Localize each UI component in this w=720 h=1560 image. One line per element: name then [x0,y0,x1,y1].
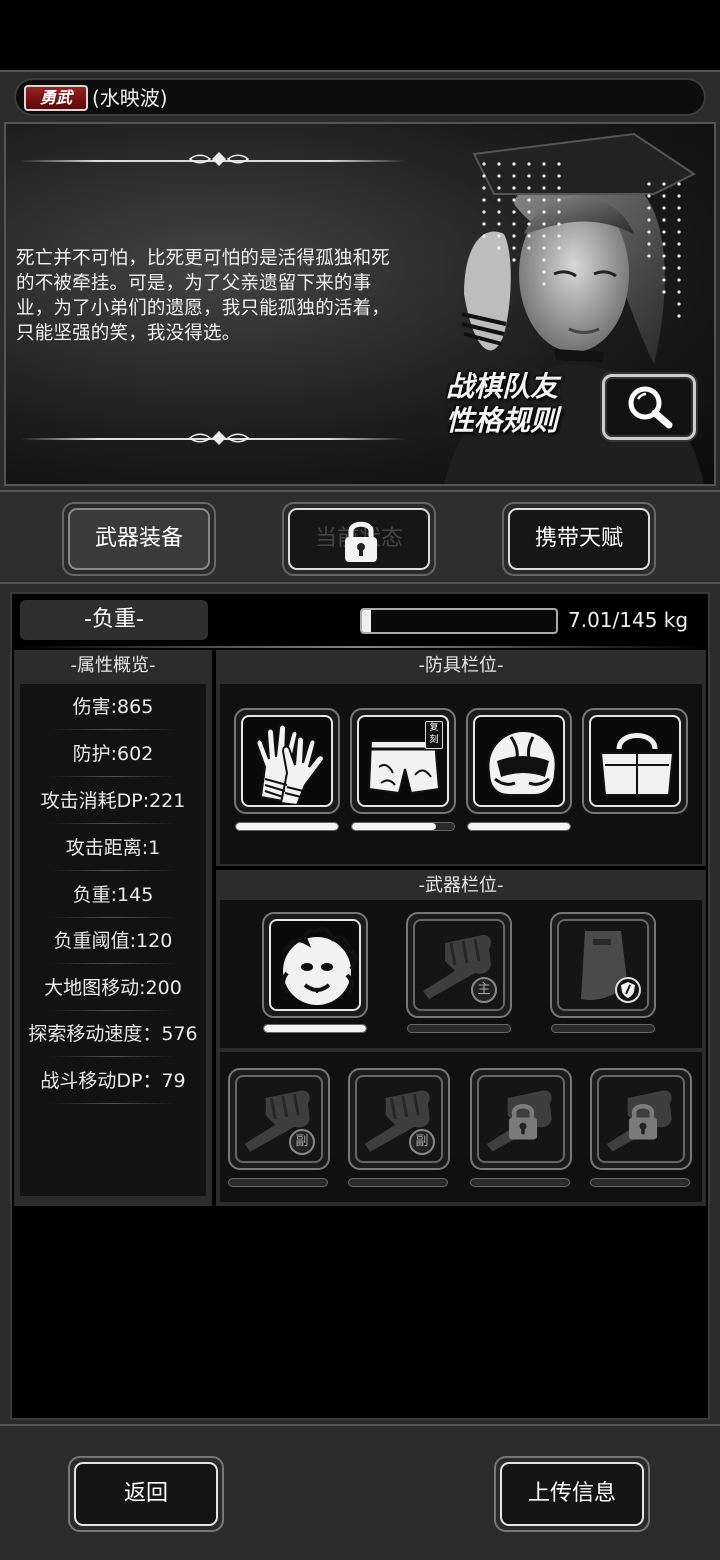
lock-icon [628,1104,658,1140]
character-name-bar: 勇武 (水映波) [14,78,706,116]
attr-load: 负重:145 [20,882,206,918]
off-hand-tag: 副 [409,1129,435,1155]
armor-slot-inner: 复刻 [357,715,449,807]
equipment-panel: -负重- 7.01/145 kg -属性概览- 伤害:865 防护:602 攻击… [10,592,710,1420]
rank-badge: 勇武 [24,85,88,111]
attr-attack-range: 攻击距离:1 [20,835,206,871]
durability-bar [228,1178,328,1187]
durability-bar [263,1024,367,1033]
armor-slot-area: 复刻 [220,684,702,864]
weapon-slot-sub-1[interactable]: 副 [228,1068,330,1170]
shield-badge-icon [615,977,641,1003]
durability-bar [590,1178,690,1187]
weapon-slot-inner [557,919,649,1011]
lock-icon [345,521,377,562]
main-weapon-slot-area: 主 [220,900,702,1048]
weight-progress-fill [362,610,372,632]
tab-row: 武器装备 当前状态 携带天赋 [0,490,720,584]
attribute-list: 伤害:865 防护:602 攻击消耗DP:221 攻击距离:1 负重:145 负… [20,684,206,1196]
weight-value: 7.01/145 kg [568,608,689,632]
durability-bar [407,1024,511,1033]
durability-bar [551,1024,655,1033]
durability-fill [264,1025,366,1032]
attr-damage: 伤害:865 [20,694,206,730]
attr-explore-speed: 探索移动速度：576 [20,1021,206,1057]
back-button-label: 返回 [74,1462,218,1526]
attr-map-move: 大地图移动:200 [20,975,206,1011]
bottom-action-bar: 返回 上传信息 [0,1424,720,1560]
attr-combat-move-dp: 战斗移动DP：79 [20,1068,206,1104]
weapon-slot-inner: 主 [413,919,505,1011]
bag-icon [599,733,675,796]
character-name: (水映波) [92,86,168,110]
durability-bar [351,822,455,831]
attr-attack-dp-cost: 攻击消耗DP:221 [20,788,206,824]
tab-locked[interactable]: 当前状态 [282,502,436,576]
durability-bar [470,1178,570,1187]
attribute-overview: -属性概览- 伤害:865 防护:602 攻击消耗DP:221 攻击距离:1 负… [14,650,212,1206]
armor-slot-inner [473,715,565,807]
reprint-badge: 复刻 [425,721,443,749]
weapon-slot-shield[interactable] [550,912,656,1018]
weapon-slot-inner [477,1075,565,1163]
gloves-icon [255,723,325,805]
weapon-slots-title: -武器栏位- [418,875,504,896]
magnify-button[interactable] [602,374,696,440]
rules-label-line1: 战棋队友 [446,370,559,403]
tab-carried-talents-label: 携带天赋 [508,508,650,570]
medusa-weapon-icon [271,921,359,1009]
attribute-overview-title: -属性概览- [70,655,156,676]
tab-weapon-equipment-label: 武器装备 [68,508,210,570]
upload-info-button[interactable]: 上传信息 [494,1456,650,1532]
weapon-slot-sub-3-locked[interactable] [470,1068,572,1170]
attr-load-threshold: 负重阈值:120 [20,928,206,964]
durability-fill [468,823,570,830]
armor-slot-gloves[interactable] [234,708,340,814]
weight-label: -负重- [20,600,208,640]
rules-label-line2: 性格规则 [446,404,559,437]
divider [18,646,706,648]
attr-defense: 防护:602 [20,741,206,777]
durability-fill [236,823,338,830]
back-button[interactable]: 返回 [68,1456,224,1532]
tab-weapon-equipment[interactable]: 武器装备 [62,502,216,576]
armor-slots-title: -防具栏位- [418,655,504,676]
ornament-icon [188,431,250,445]
character-quote: 死亡并不可怕，比死更可怕的是活得孤独和死的不被牵挂。可是，为了父亲遗留下来的事业… [16,248,391,344]
helmet-icon [487,729,557,796]
armor-slot-shorts[interactable]: 复刻 [350,708,456,814]
weapon-slot-inner [597,1075,685,1163]
weapon-slot-inner: 副 [235,1075,323,1163]
weapon-slot-main-hand[interactable]: 主 [406,912,512,1018]
main-hand-tag: 主 [471,977,497,1003]
durability-fill [352,823,436,830]
magnify-icon [628,386,673,429]
weight-progress-bar [360,608,558,634]
tab-carried-talents[interactable]: 携带天赋 [502,502,656,576]
durability-bar [348,1178,448,1187]
ornament-icon [188,152,250,166]
upload-info-button-label: 上传信息 [500,1462,644,1526]
weapon-slot-sub-4-locked[interactable] [590,1068,692,1170]
armor-slots-panel: -防具栏位- 复刻 [216,650,706,866]
off-hand-tag: 副 [289,1129,315,1155]
armor-slot-bag[interactable] [582,708,688,814]
teammate-personality-rules-label[interactable]: 战棋队友 性格规则 [446,370,558,438]
character-banner: 死亡并不可怕，比死更可怕的是活得孤独和死的不被牵挂。可是，为了父亲遗留下来的事业… [4,122,716,486]
weapon-slot-inner [269,919,361,1011]
armor-slot-inner [589,715,681,807]
weapon-slot-main[interactable] [262,912,368,1018]
lock-icon [508,1104,538,1140]
sub-weapon-slot-area: 副 副 [220,1052,702,1202]
armor-slot-helmet[interactable] [466,708,572,814]
weapon-slot-sub-2[interactable]: 副 [348,1068,450,1170]
durability-bar [235,822,339,831]
durability-bar [467,822,571,831]
weapon-slot-inner: 副 [355,1075,443,1163]
armor-slot-inner [241,715,333,807]
weapon-slots-panel: -武器栏位- 主 副 副 [216,870,706,1206]
